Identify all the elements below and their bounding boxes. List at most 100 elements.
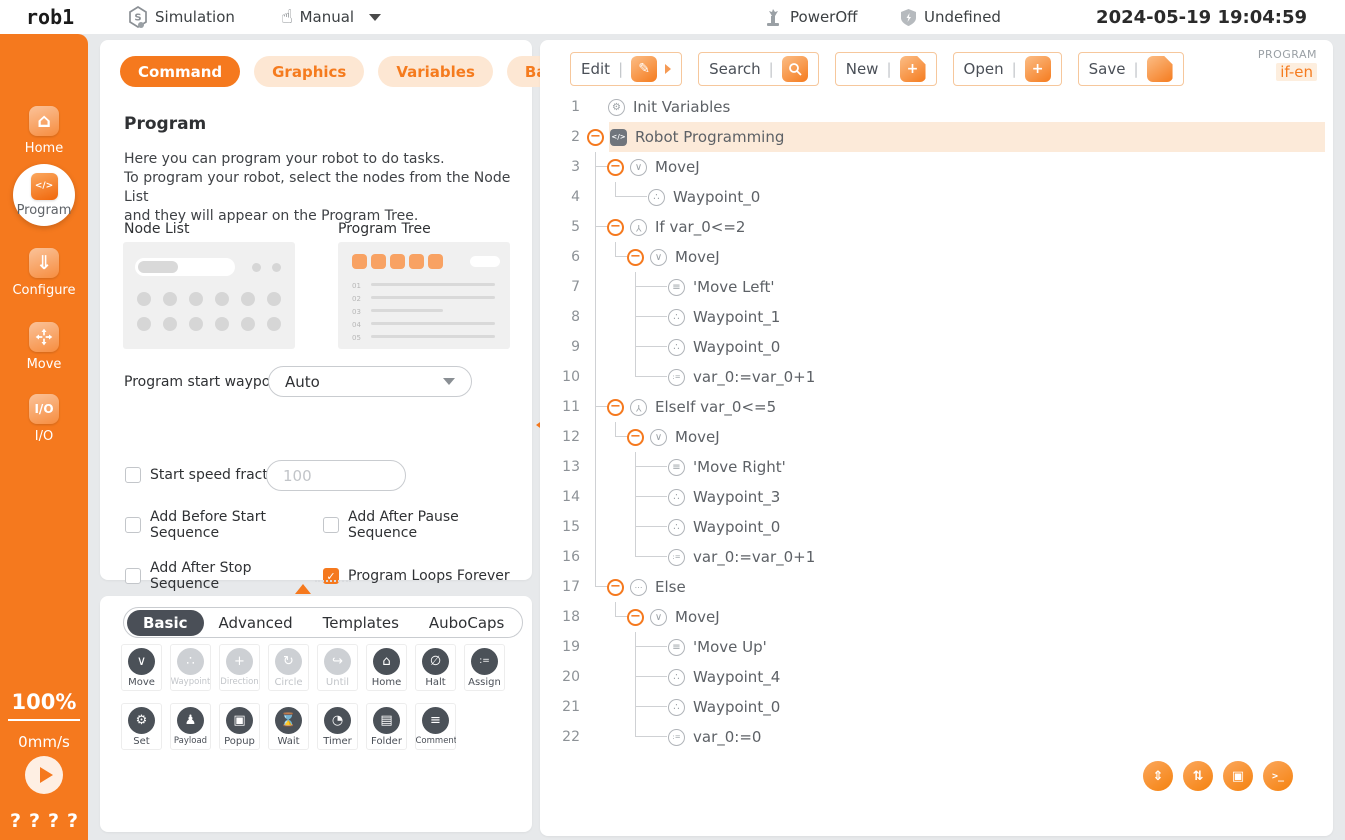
tree-row-14[interactable]: 14 ∴ Waypoint_3 bbox=[558, 482, 1325, 512]
node-label: Wait bbox=[277, 735, 300, 747]
checkbox-add-after-stop-sequence[interactable]: Add After Stop Sequence bbox=[125, 560, 323, 592]
tree-row-5[interactable]: 5 − Y If var_0<=2 bbox=[558, 212, 1325, 242]
node-home-button[interactable]: ⌂ Home bbox=[366, 644, 407, 691]
play-button[interactable] bbox=[25, 756, 63, 794]
tab-templates[interactable]: Templates bbox=[308, 610, 414, 636]
tree-guide bbox=[627, 272, 647, 302]
separator: | bbox=[886, 60, 892, 78]
start-speed-input[interactable] bbox=[266, 460, 406, 491]
speed-percent[interactable]: 100% bbox=[7, 690, 81, 721]
node-popup-button[interactable]: ▣ Popup bbox=[219, 703, 260, 750]
checkbox-icon[interactable] bbox=[323, 517, 339, 533]
tree-row-15[interactable]: 15 ∴ Waypoint_0 bbox=[558, 512, 1325, 542]
help-question-1[interactable]: ? bbox=[10, 810, 21, 832]
node-comment-button[interactable]: ≡ Comment bbox=[415, 703, 456, 750]
line-number: 7 bbox=[571, 279, 580, 295]
focus-view-button[interactable]: ▣ bbox=[1223, 761, 1253, 791]
checkbox-program-loops-forever[interactable]: ✓ Program Loops Forever bbox=[323, 560, 523, 592]
expand-all-button[interactable]: ⇕ bbox=[1143, 761, 1173, 791]
checkbox-add-before-start-sequence[interactable]: Add Before Start Sequence bbox=[125, 509, 323, 541]
node-assign-button[interactable]: := Assign bbox=[464, 644, 505, 691]
sidebar-item-home[interactable]: ⌂ Home bbox=[0, 106, 88, 156]
sidebar-item-move[interactable]: Move bbox=[0, 322, 88, 372]
tab-advanced[interactable]: Advanced bbox=[204, 610, 308, 636]
sidebar-item-io[interactable]: I/O I/O bbox=[0, 394, 88, 444]
power-status[interactable]: PowerOff bbox=[764, 0, 858, 34]
tree-guide bbox=[647, 632, 667, 662]
tree-row-19[interactable]: 19 ≡ 'Move Up' bbox=[558, 632, 1325, 662]
tree-row-4[interactable]: 4 ∴ Waypoint_0 bbox=[558, 182, 1325, 212]
tree-row-12[interactable]: 12 − ∨ MoveJ bbox=[558, 422, 1325, 452]
collapse-all-button[interactable]: ⇅ bbox=[1183, 761, 1213, 791]
collapse-button[interactable]: − bbox=[587, 128, 604, 146]
search-button[interactable]: Search | bbox=[698, 52, 819, 86]
node-halt-button[interactable]: ∅ Halt bbox=[415, 644, 456, 691]
tree-row-10[interactable]: 10:= var_0:=var_0+1 bbox=[558, 362, 1325, 392]
safety-label: Undefined bbox=[924, 8, 1001, 26]
collapse-button[interactable]: − bbox=[627, 608, 644, 626]
tree-row-21[interactable]: 21 ∴ Waypoint_0 bbox=[558, 692, 1325, 722]
tree-row-body: ∴ Waypoint_0 bbox=[647, 182, 1325, 212]
start-speed-checkbox[interactable]: Start speed fraction bbox=[125, 467, 289, 483]
node-timer-button[interactable]: ◔ Timer bbox=[317, 703, 358, 750]
tree-guide bbox=[647, 482, 667, 512]
tree-row-7[interactable]: 7 ≡ 'Move Left' bbox=[558, 272, 1325, 302]
tree-row-22[interactable]: 22:= var_0:=0 bbox=[558, 722, 1325, 752]
node-payload-button[interactable]: ♟ Payload bbox=[170, 703, 211, 750]
help-question-4[interactable]: ? bbox=[67, 810, 78, 832]
tree-row-18[interactable]: 18 − ∨ MoveJ bbox=[558, 602, 1325, 632]
save-button[interactable]: Save | bbox=[1077, 52, 1184, 86]
edit-button[interactable]: Edit | ✎ bbox=[570, 52, 683, 86]
mode-caret-icon bbox=[369, 13, 382, 21]
node-move-button[interactable]: ∨ Move bbox=[121, 644, 162, 691]
checkbox-add-after-pause-sequence[interactable]: Add After Pause Sequence bbox=[323, 509, 523, 541]
help-question-2[interactable]: ? bbox=[29, 810, 40, 832]
new-button[interactable]: New | + bbox=[834, 52, 937, 86]
collapse-button[interactable]: − bbox=[627, 248, 644, 266]
tree-row-16[interactable]: 16:= var_0:=var_0+1 bbox=[558, 542, 1325, 572]
collapse-button[interactable]: − bbox=[607, 398, 624, 416]
tree-row-13[interactable]: 13 ≡ 'Move Right' bbox=[558, 452, 1325, 482]
checkbox-icon[interactable] bbox=[125, 568, 141, 584]
tree-row-3[interactable]: 3 − ∨ MoveJ bbox=[558, 152, 1325, 182]
simulation-status[interactable]: S Simulation bbox=[128, 0, 235, 34]
tree-guide bbox=[647, 272, 667, 302]
collapse-button[interactable]: − bbox=[607, 158, 624, 176]
horizontal-splitter-handle[interactable] bbox=[295, 584, 311, 594]
start-waypoint-dropdown[interactable]: Auto bbox=[268, 366, 472, 397]
node-folder-button[interactable]: ▤ Folder bbox=[366, 703, 407, 750]
collapse-button[interactable]: − bbox=[607, 578, 624, 596]
tree-row-1[interactable]: 1 ⚙ Init Variables bbox=[558, 92, 1325, 122]
comment-node-icon: ≡ bbox=[668, 458, 685, 476]
sidebar-item-program[interactable]: </> Program bbox=[13, 164, 75, 226]
tree-row-11[interactable]: 11 − Y ElseIf var_0<=5 bbox=[558, 392, 1325, 422]
sidebar-item-configure[interactable]: ⇓ Configure bbox=[0, 248, 88, 298]
tree-row-2[interactable]: 2− </> Robot Programming bbox=[558, 122, 1325, 152]
tree-row-body: Y ElseIf var_0<=5 bbox=[629, 392, 1325, 422]
tab-aubocaps[interactable]: AuboCaps bbox=[414, 610, 519, 636]
open-button[interactable]: Open | + bbox=[952, 52, 1062, 86]
tab-variables[interactable]: Variables bbox=[378, 56, 493, 87]
help-question-3[interactable]: ? bbox=[48, 810, 59, 832]
checkbox-icon[interactable] bbox=[125, 467, 141, 483]
collapse-button[interactable]: − bbox=[607, 218, 624, 236]
collapse-button[interactable]: − bbox=[627, 428, 644, 446]
program-name[interactable]: if-en bbox=[1276, 63, 1317, 81]
tree-row-9[interactable]: 9 ∴ Waypoint_0 bbox=[558, 332, 1325, 362]
checkbox-icon[interactable] bbox=[125, 517, 141, 533]
tree-row-6[interactable]: 6 − ∨ MoveJ bbox=[558, 242, 1325, 272]
tab-basic[interactable]: Basic bbox=[127, 609, 204, 636]
move-node-icon: ∨ bbox=[630, 158, 647, 176]
mode-selector[interactable]: ☝ Manual bbox=[281, 0, 382, 34]
node-wait-button[interactable]: ⌛ Wait bbox=[268, 703, 309, 750]
tree-row-8[interactable]: 8 ∴ Waypoint_1 bbox=[558, 302, 1325, 332]
console-button[interactable]: >_ bbox=[1263, 761, 1293, 791]
node-set-button[interactable]: ⚙ Set bbox=[121, 703, 162, 750]
move-node-icon: ∨ bbox=[650, 248, 667, 266]
tree-row-20[interactable]: 20 ∴ Waypoint_4 bbox=[558, 662, 1325, 692]
tab-command[interactable]: Command bbox=[120, 56, 241, 87]
waypoint-node-icon: ∴ bbox=[668, 338, 685, 356]
safety-status[interactable]: Undefined bbox=[900, 0, 1001, 34]
tab-graphics[interactable]: Graphics bbox=[254, 56, 365, 87]
tree-row-17[interactable]: 17 − ⋯ Else bbox=[558, 572, 1325, 602]
